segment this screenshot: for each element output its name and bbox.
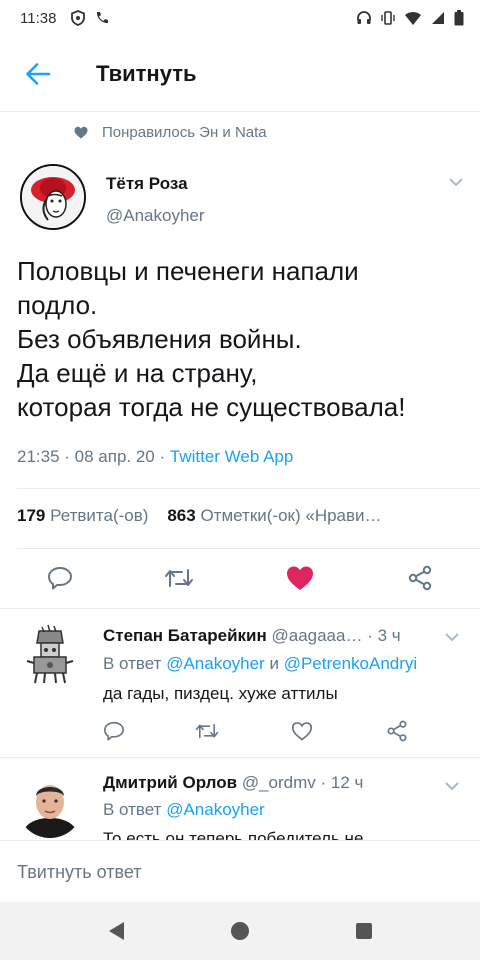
divider [17, 548, 480, 549]
nav-back-icon [109, 922, 124, 940]
reply-time: · 12 ч [320, 773, 364, 792]
headset-icon [357, 11, 371, 24]
retweet-icon [165, 569, 193, 587]
reply-input-placeholder[interactable]: Твитнуть ответ [17, 862, 142, 883]
reply-time: · 3 ч [367, 626, 401, 645]
page-title: Твитнуть [96, 60, 197, 86]
likes-count: 863 [167, 506, 196, 525]
author-avatar[interactable] [20, 164, 86, 230]
tweet-meta: 21:35 · 08 апр. 20 · Twitter Web App [17, 447, 294, 466]
reply-header: Степан Батарейкин @aagaaa… · 3 ч [103, 626, 433, 646]
likes-stat[interactable]: 863 Отметки(-ок) «Нрави… [167, 506, 381, 525]
retweets-count: 179 [17, 506, 46, 525]
nav-back-button[interactable] [102, 917, 130, 945]
reply-text: да гады, пиздец. хуже аттилы [103, 684, 338, 703]
signal-icon [432, 12, 444, 24]
author-name[interactable]: Тётя Роза [106, 174, 188, 194]
reply-avatar[interactable] [17, 621, 83, 687]
reply-menu-button[interactable] [444, 778, 460, 796]
chevron-down-icon [445, 633, 459, 642]
likes-label: Отметки(-ок) «Нрави… [200, 506, 382, 525]
tweet-author: Тётя Роза @Anakoyher [16, 160, 464, 240]
reply-author-handle[interactable]: @_ordmv [242, 773, 316, 792]
share-button[interactable] [405, 564, 435, 592]
tweet-actions [0, 556, 480, 600]
reply-button[interactable] [45, 564, 75, 592]
divider [17, 488, 480, 489]
avatar-image [22, 166, 84, 228]
share-icon [387, 720, 407, 742]
reply-button[interactable] [101, 719, 127, 743]
nav-recents-button[interactable] [350, 917, 378, 945]
retweet-icon [195, 723, 219, 739]
reply-menu-button[interactable] [444, 629, 460, 647]
reply-to-prefix: В ответ [103, 800, 162, 819]
battery-icon [454, 10, 464, 26]
tweet-text-line: Половцы и печенеги напали [17, 256, 359, 286]
reply-to-mention[interactable]: @Anakoyher [166, 654, 265, 673]
vibrate-icon [381, 11, 395, 25]
back-arrow-icon [26, 62, 51, 85]
like-button[interactable] [285, 564, 315, 592]
social-context-text: Понравилось Эн и Nata [102, 124, 267, 141]
tweet-time: 21:35 [17, 447, 60, 466]
nav-home-button[interactable] [226, 917, 254, 945]
tweet-text-line: подло. [17, 290, 98, 320]
reply-to-conj: и [269, 654, 279, 673]
share-icon [408, 565, 432, 591]
app-bar: Твитнуть [0, 36, 480, 112]
reply-text: То есть он теперь победитель не [103, 829, 364, 840]
wifi-call-icon [97, 12, 109, 24]
chevron-down-icon [449, 178, 463, 187]
system-nav-bar [0, 902, 480, 960]
reply-header: Дмитрий Орлов @_ordmv · 12 ч [103, 773, 433, 793]
privacy-shield-icon [71, 10, 86, 26]
reply-to-line: В ответ @Anakoyher и @PetrenkoAndryi [103, 654, 463, 674]
tweet-date: 08 апр. 20 [74, 447, 155, 466]
tweet-text-line: Без объявления войны. [17, 324, 302, 354]
tweet-source-link[interactable]: Twitter Web App [170, 447, 293, 466]
chevron-down-icon [445, 782, 459, 791]
reply-to-line: В ответ @Anakoyher [103, 800, 463, 820]
reply-to-prefix: В ответ [103, 654, 162, 673]
back-button[interactable] [0, 36, 76, 112]
tweet-text-line: которая тогда не существовала! [17, 392, 406, 422]
author-handle[interactable]: @Anakoyher [106, 206, 205, 226]
nav-home-icon [231, 922, 249, 940]
status-bar: 11:38 [0, 0, 480, 36]
reply-to-mention[interactable]: @Anakoyher [166, 800, 265, 819]
avatar-image [17, 621, 83, 687]
avatar-image [17, 772, 83, 838]
social-context: Понравилось Эн и Nata [74, 124, 267, 141]
heart-small-icon [74, 126, 88, 139]
reply-avatar[interactable] [17, 772, 83, 838]
reply-author-handle[interactable]: @aagaaa… [271, 626, 362, 645]
reply-to-mention[interactable]: @PetrenkoAndryi [284, 654, 418, 673]
nav-recents-icon [356, 923, 372, 939]
tweet-menu-button[interactable] [448, 174, 464, 192]
reply-author-name[interactable]: Степан Батарейкин [103, 626, 267, 645]
reply-tweet[interactable]: Степан Батарейкин @aagaaa… · 3 ч В ответ… [0, 609, 480, 757]
retweets-stat[interactable]: 179 Ретвита(-ов) [17, 506, 148, 525]
reply-composer[interactable]: Твитнуть ответ [0, 840, 480, 902]
reply-icon [104, 721, 124, 741]
wifi-icon [405, 11, 421, 25]
tweet-stats: 179 Ретвита(-ов) 863 Отметки(-ок) «Нрави… [17, 506, 457, 526]
retweet-button[interactable] [164, 564, 194, 592]
reply-tweet[interactable]: Дмитрий Орлов @_ordmv · 12 ч В ответ @An… [0, 758, 480, 840]
share-button[interactable] [384, 719, 410, 743]
reply-icon [48, 567, 72, 590]
tweet-text-line: Да ещё и на страну, [17, 358, 258, 388]
tweet-text: Половцы и печенеги напали подло. Без объ… [17, 254, 472, 424]
retweet-button[interactable] [194, 719, 220, 743]
heart-outline-icon [291, 722, 313, 741]
reply-author-name[interactable]: Дмитрий Орлов [103, 773, 237, 792]
like-button[interactable] [289, 719, 315, 743]
retweets-label: Ретвита(-ов) [50, 506, 149, 525]
heart-filled-icon [287, 566, 313, 590]
status-time: 11:38 [20, 9, 57, 27]
